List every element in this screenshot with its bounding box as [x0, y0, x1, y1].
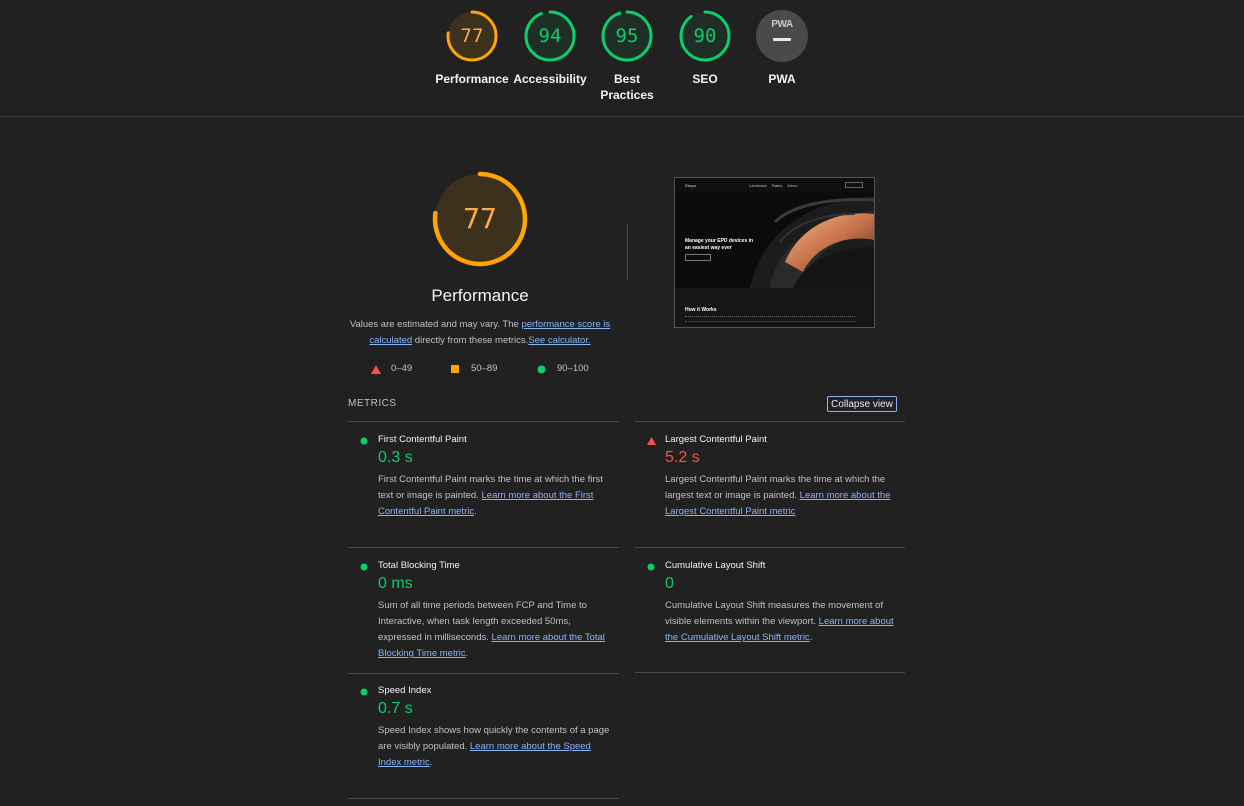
gauge-pwa[interactable]: PWA PWA [742, 9, 822, 87]
collapse-view-button[interactable]: Collapse view [827, 396, 897, 412]
performance-score: 77 [463, 202, 497, 235]
gauge-label: Accessibility [513, 72, 587, 86]
pwa-badge-text: PWA [771, 19, 793, 30]
gauge-ring: 94 [523, 9, 577, 63]
see-calculator-link[interactable]: See calculator. [528, 335, 590, 346]
metric-description: Sum of all time periods between FCP and … [378, 598, 610, 662]
metric-description: Cumulative Layout Shift measures the mov… [665, 598, 897, 646]
screenshot-lower-section: How it Works [675, 288, 874, 327]
circle-icon [537, 365, 546, 374]
metric-value: 0 [665, 575, 674, 592]
gauge-score: 77 [460, 25, 484, 47]
metric-value: 5.2 s [665, 449, 700, 466]
gauge-ring: 95 [600, 9, 654, 63]
square-icon [451, 365, 459, 373]
metric-divider [348, 547, 619, 548]
gauge-label: Best Practices [600, 72, 654, 102]
metric-value: 0.3 s [378, 449, 413, 466]
circle-icon [647, 563, 655, 571]
pwa-icon: PWA [756, 10, 808, 62]
screenshot-brand: Ekspo [685, 183, 697, 188]
circle-icon [360, 563, 368, 571]
gauge-performance[interactable]: 77 Performance [432, 9, 512, 87]
legend-range: 0–49 [391, 363, 413, 374]
screenshot-hero-button [685, 254, 711, 261]
metric-title: Speed Index [378, 685, 432, 696]
metric-divider [348, 421, 619, 422]
circle-icon [360, 688, 368, 696]
metric-divider [635, 547, 905, 548]
metric-title: Cumulative Layout Shift [665, 560, 766, 571]
metric-value: 0 ms [378, 575, 413, 592]
screenshot-section-text [685, 316, 855, 322]
triangle-icon [647, 437, 656, 445]
gauge-ring: 90 [678, 9, 732, 63]
metric-description: First Contentful Paint marks the time at… [378, 472, 610, 520]
metric-divider [348, 798, 619, 799]
metric-value: 0.7 s [378, 700, 413, 717]
description-text: directly from these metrics. [412, 335, 529, 346]
gauge-label: SEO [692, 72, 718, 86]
metric-title: First Contentful Paint [378, 434, 467, 445]
category-scores-bar: 77 Performance 94 Accessibility 95 Best … [0, 0, 1244, 117]
screenshot-nav-links: Landmark Rates Menu [749, 183, 798, 188]
metrics-heading: METRICS [348, 398, 397, 409]
gauge-accessibility[interactable]: 94 Accessibility [510, 9, 590, 87]
metric-description-end: . [465, 648, 469, 659]
metric-divider [635, 672, 905, 673]
metric-description-end: . [474, 506, 477, 517]
metric-title: Largest Contentful Paint [665, 434, 767, 445]
gauge-label: Performance [435, 72, 509, 86]
screenshot-section-title: How it Works [685, 307, 717, 313]
screenshot-nav: Ekspo Landmark Rates Menu [675, 178, 874, 192]
screenshot-nav-button [845, 182, 863, 188]
gauge-score: 95 [615, 25, 639, 47]
triangle-icon [371, 365, 381, 374]
metric-description: Speed Index shows how quickly the conten… [378, 723, 610, 771]
legend-range: 50–89 [471, 363, 498, 374]
legend-range: 90–100 [557, 363, 589, 374]
metric-description: Largest Contentful Paint marks the time … [665, 472, 897, 520]
final-screenshot[interactable]: Ekspo Landmark Rates Menu Manage your EP… [674, 177, 875, 328]
gauge-score: 90 [693, 25, 717, 47]
description-text: Values are estimated and may vary. The [349, 319, 522, 330]
performance-title: Performance [431, 286, 529, 305]
gauge-ring: 77 [445, 9, 499, 63]
screenshot-hero-title: Manage your EPD devices in an easiest wa… [685, 238, 754, 251]
metric-title: Total Blocking Time [378, 560, 460, 571]
metric-divider [348, 673, 619, 674]
metric-divider [635, 421, 905, 422]
performance-gauge: 77 [431, 170, 529, 268]
gauge-seo[interactable]: 90 SEO [665, 9, 745, 87]
metric-description-end: . [429, 757, 433, 768]
screenshot-hero: Manage your EPD devices in an easiest wa… [675, 192, 874, 288]
gauge-best-practices[interactable]: 95 Best Practices [587, 9, 667, 103]
metric-description-end: . [809, 632, 813, 643]
dash-icon [773, 38, 791, 41]
performance-description: Values are estimated and may vary. The p… [348, 317, 612, 349]
gauge-label: PWA [768, 72, 796, 86]
gauge-score: 94 [538, 25, 562, 47]
vertical-divider [627, 224, 628, 280]
circle-icon [360, 437, 368, 445]
